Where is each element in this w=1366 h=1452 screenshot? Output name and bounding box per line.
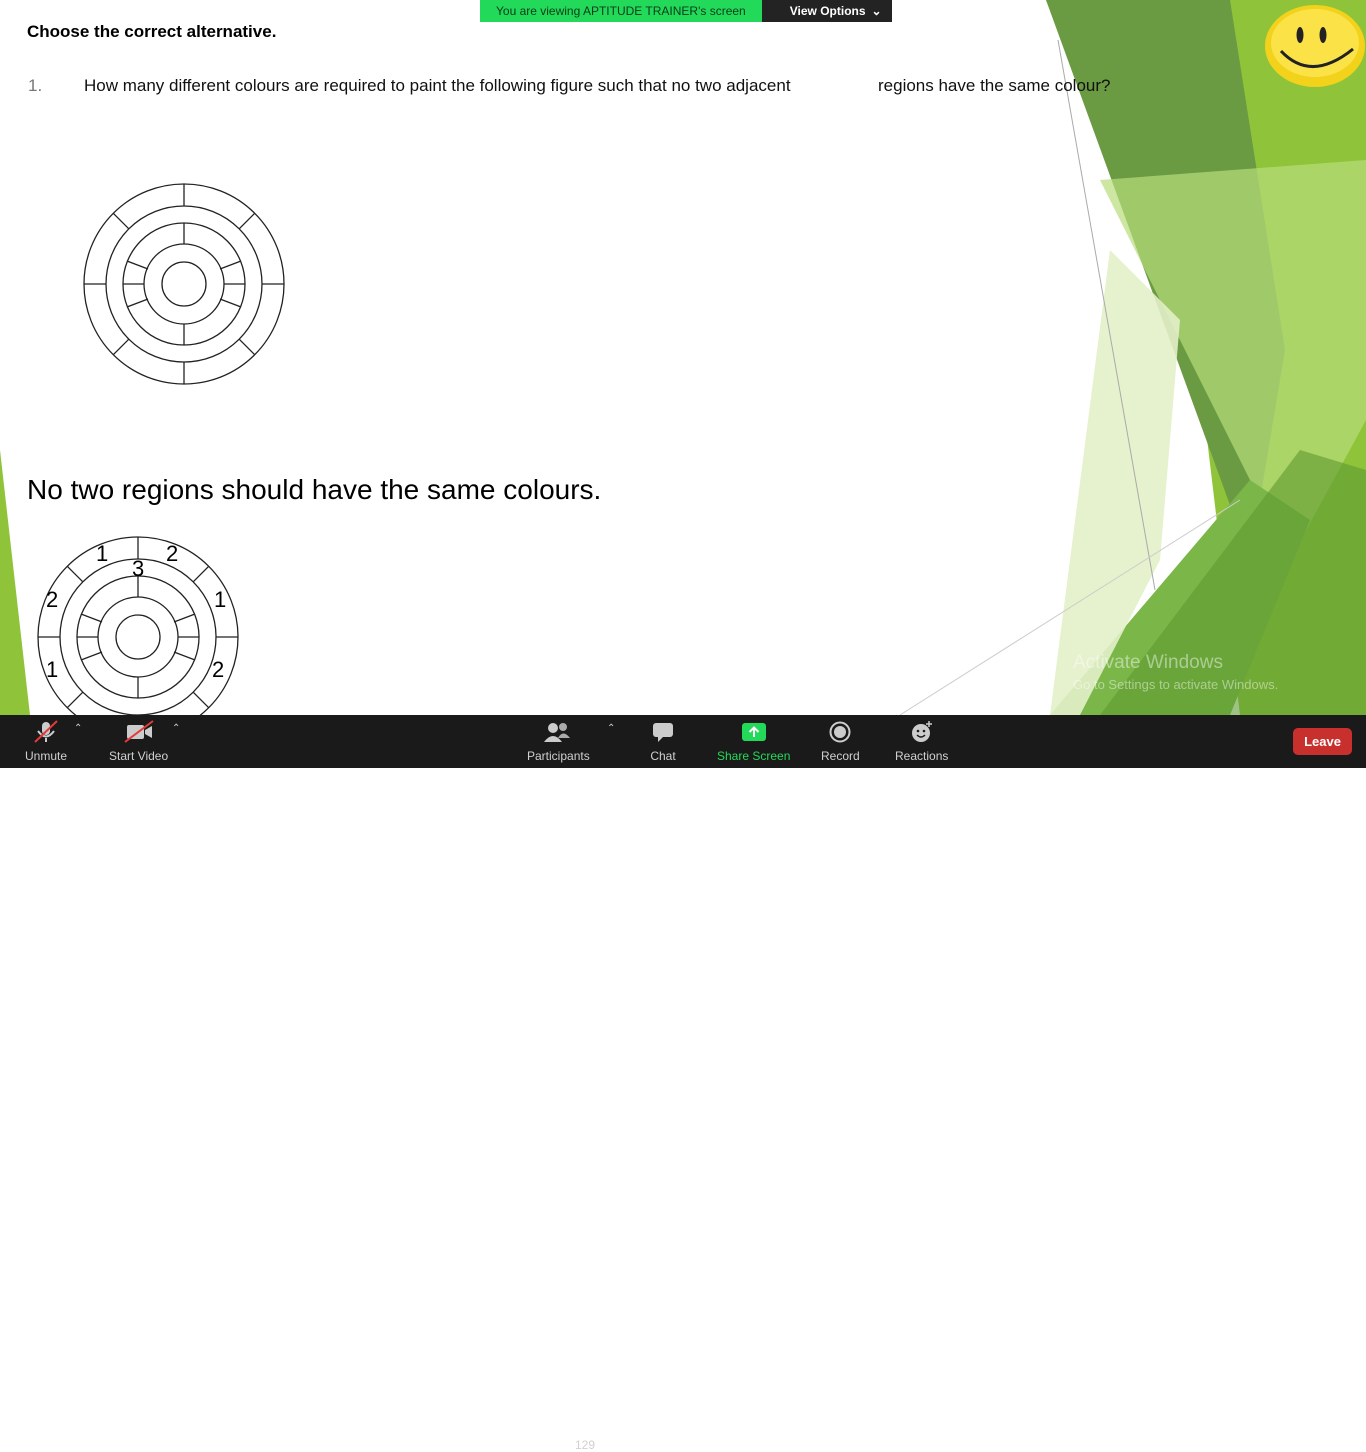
view-options-label: View Options bbox=[789, 4, 866, 18]
audio-options-caret-icon[interactable]: ⌃ bbox=[74, 723, 82, 734]
record-icon bbox=[829, 721, 851, 743]
question-text: How many different colours are required … bbox=[84, 76, 791, 95]
participants-caret-icon[interactable]: ⌃ bbox=[607, 723, 615, 734]
unmute-label: Unmute bbox=[24, 749, 68, 763]
labeled-rings-figure: 1 2 3 2 1 1 2 bbox=[33, 532, 243, 715]
start-video-label: Start Video bbox=[109, 749, 169, 763]
activation-watermark-title: Activate Windows bbox=[1073, 652, 1223, 673]
reactions-icon bbox=[911, 721, 932, 742]
smiley-icon bbox=[1265, 5, 1365, 87]
record-label: Record bbox=[821, 749, 860, 763]
question-number: 1. bbox=[28, 76, 43, 95]
region-label: 2 bbox=[46, 587, 59, 612]
view-options-button[interactable]: View Options ⌄ bbox=[761, 0, 892, 22]
region-label: 1 bbox=[214, 587, 227, 612]
unmute-button[interactable]: Unmute bbox=[24, 720, 68, 763]
microphone-muted-icon bbox=[34, 720, 58, 743]
region-label: 1 bbox=[46, 657, 59, 682]
chat-label: Chat bbox=[650, 749, 676, 763]
participants-icon bbox=[544, 723, 571, 742]
video-off-icon bbox=[123, 720, 154, 743]
reactions-label: Reactions bbox=[895, 749, 949, 763]
share-screen-button[interactable]: Share Screen bbox=[717, 720, 790, 763]
video-options-caret-icon[interactable]: ⌃ bbox=[172, 723, 180, 734]
share-screen-icon bbox=[741, 723, 766, 741]
participants-label: Participants bbox=[527, 749, 590, 763]
question-text-continued: regions have the same colour? bbox=[878, 76, 1111, 95]
chat-button[interactable]: Chat bbox=[650, 720, 676, 763]
participant-count: 129 bbox=[575, 1438, 596, 1452]
region-label: 2 bbox=[212, 657, 225, 682]
participants-button[interactable]: Participants bbox=[527, 720, 590, 763]
activation-watermark-subtitle: Go to Settings to activate Windows. bbox=[1073, 677, 1279, 692]
share-banner: You are viewing APTITUDE TRAINER's scree… bbox=[480, 0, 892, 22]
region-label: 2 bbox=[166, 541, 179, 566]
leave-button[interactable]: Leave bbox=[1293, 728, 1352, 755]
reactions-button[interactable]: Reactions bbox=[895, 720, 948, 763]
concentric-rings-figure bbox=[83, 183, 285, 385]
statement-text: No two regions should have the same colo… bbox=[27, 474, 602, 505]
region-label: 3 bbox=[132, 556, 145, 581]
share-screen-label: Share Screen bbox=[717, 749, 791, 763]
shared-screen: Choose the correct alternative. 1. How m… bbox=[0, 0, 1366, 715]
record-button[interactable]: Record bbox=[821, 720, 860, 763]
region-label: 1 bbox=[96, 541, 109, 566]
start-video-button[interactable]: Start Video bbox=[109, 720, 168, 763]
chat-icon bbox=[653, 723, 673, 742]
viewing-screen-label: You are viewing APTITUDE TRAINER's scree… bbox=[480, 0, 762, 22]
meeting-toolbar: Unmute ⌃ Start Video ⌃ Participants 129 … bbox=[0, 715, 1366, 1452]
slide-heading: Choose the correct alternative. bbox=[27, 22, 277, 41]
chevron-down-icon: ⌄ bbox=[871, 4, 882, 18]
